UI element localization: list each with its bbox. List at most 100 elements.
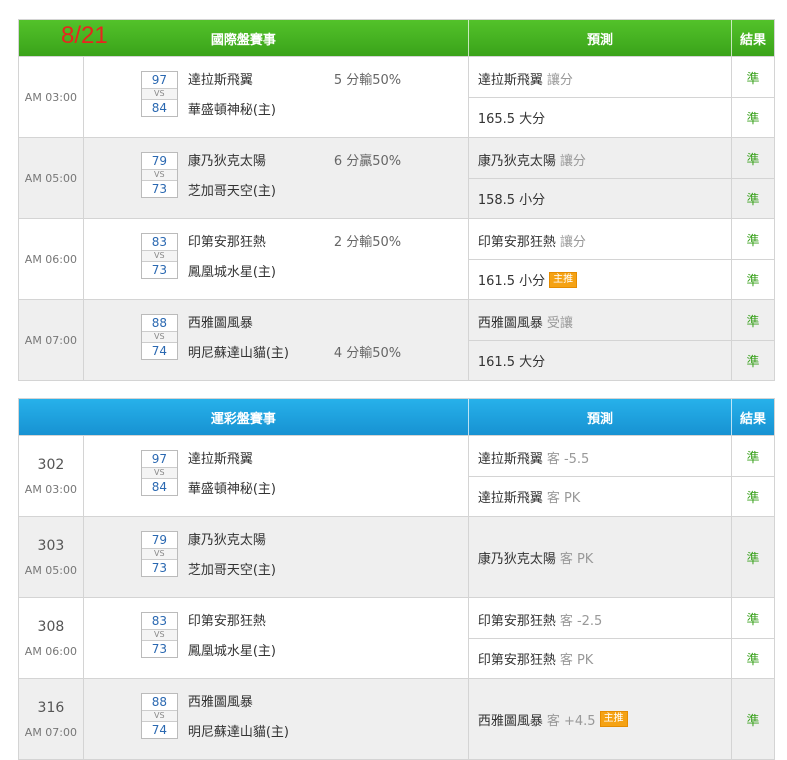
- home-team: 明尼蘇達山貓(主): [187, 346, 289, 361]
- prediction-item: 達拉斯飛翼 讓分: [469, 57, 731, 97]
- header-events: 運彩盤賽事: [210, 411, 276, 427]
- prediction-type: 讓分: [546, 73, 573, 88]
- score-box: 83 VS 73: [140, 612, 178, 658]
- matchup-cell: 79 VS 73 康乃狄克太陽 芝加哥天空(主) 6 分贏50%: [84, 138, 468, 218]
- game-time: AM 07:00: [24, 725, 78, 739]
- away-score: 79: [151, 154, 167, 168]
- prediction-type: 客 +4.5: [546, 713, 596, 729]
- away-score: 79: [151, 533, 167, 547]
- prediction-cell: 康乃狄克太陽 讓分 158.5 小分: [467, 138, 732, 218]
- result-mark: 準: [746, 713, 760, 729]
- home-team: 華盛頓神秘(主): [187, 482, 276, 497]
- result-mark: 準: [746, 314, 760, 330]
- game-time: AM 05:00: [24, 563, 78, 577]
- prediction-item: 158.5 小分: [468, 178, 732, 218]
- prediction-item: 達拉斯飛翼客 PK: [468, 476, 732, 516]
- prediction-item: 印第安那狂熱客 PK: [468, 638, 732, 678]
- home-team: 鳳凰城水星(主): [187, 644, 276, 659]
- game-time: AM 03:00: [24, 482, 78, 496]
- result-cell: 準: [731, 679, 774, 759]
- result-cell: 準準: [731, 57, 774, 137]
- game-time-cell: AM 07:00: [19, 300, 84, 380]
- result-mark: 準: [732, 638, 774, 678]
- home-score: 73: [151, 561, 167, 575]
- score-box: 79 VS 73: [140, 531, 178, 577]
- prediction-cell: 印第安那狂熱 讓分 161.5 小分 主推: [467, 219, 732, 299]
- game-row: AM 03:00 97 VS 84 達拉斯飛翼 華盛頓神秘(主) 5 分輸50% 達拉斯飛翼讓…: [19, 56, 774, 137]
- prediction-item: 印第安那狂熱客 -2.5: [469, 598, 731, 638]
- prediction-pick: 西雅圖風暴: [477, 713, 543, 729]
- score-box: 97 VS 84: [140, 450, 178, 496]
- away-team: 達拉斯飛翼: [187, 452, 253, 467]
- prediction-type: 讓分: [559, 154, 586, 169]
- result-mark: 準: [732, 476, 774, 516]
- game-time-cell: 302 AM 03:00: [19, 436, 84, 516]
- vs-label: VS: [141, 250, 177, 262]
- home-score: 74: [151, 344, 167, 358]
- away-team: 達拉斯飛翼: [187, 73, 253, 88]
- score-box: 79 VS 73: [140, 152, 178, 198]
- prediction-pick: 161.5 大分: [477, 355, 546, 370]
- date-label: 8/21: [61, 22, 108, 49]
- prediction-pick: 161.5 小分: [477, 274, 546, 289]
- game-time: AM 07:00: [24, 333, 78, 347]
- prediction-pick: 康乃狄克太陽: [477, 551, 556, 567]
- away-score: 83: [151, 235, 167, 249]
- prediction-cell: 西雅圖風暴客 +4.5 主推: [467, 679, 731, 759]
- header-result: 結果: [731, 20, 774, 56]
- result-mark: 準: [732, 178, 774, 218]
- header-prediction: 預測: [467, 399, 731, 435]
- header-events: 國際盤賽事: [210, 32, 276, 48]
- score-box: 88 VS 74: [140, 693, 178, 739]
- prediction-type: 客 PK: [559, 653, 594, 668]
- game-row: 308 AM 06:00 83 VS 73 印第安那狂熱 鳳凰城水星(主) 印第安那狂熱客 -…: [19, 597, 774, 678]
- home-score: 73: [151, 182, 167, 196]
- matchup-cell: 97 VS 84 達拉斯飛翼 華盛頓神秘(主) 5 分輸50%: [84, 57, 468, 137]
- away-score: 88: [151, 695, 167, 709]
- prediction-item: 西雅圖風暴客 +4.5 主推: [469, 679, 731, 759]
- result-cell: 準準: [731, 138, 774, 218]
- score-box: 88 VS 74: [140, 314, 178, 360]
- prediction-item: 161.5 小分 主推: [468, 259, 732, 299]
- prediction-type: 客 PK: [546, 491, 581, 506]
- prediction-item: 達拉斯飛翼客 -5.5: [469, 436, 731, 476]
- prediction-type: 客 -5.5: [546, 452, 590, 467]
- result-cell: 準準: [731, 598, 774, 678]
- game-row: 316 AM 07:00 88 VS 74 西雅圖風暴 明尼蘇達山貓(主) 西雅圖風暴客 +4…: [19, 678, 774, 759]
- game-time-cell: 303 AM 05:00: [19, 517, 84, 597]
- prediction-item: 康乃狄克太陽客 PK: [469, 517, 731, 597]
- game-number: 303: [37, 537, 65, 554]
- spread-result: 6 分贏50%: [333, 154, 402, 169]
- vs-label: VS: [141, 331, 177, 343]
- game-time-cell: AM 06:00: [19, 219, 84, 299]
- away-team: 印第安那狂熱: [187, 614, 266, 629]
- prediction-pick: 印第安那狂熱: [477, 614, 556, 629]
- prediction-cell: 達拉斯飛翼 讓分 165.5 大分: [467, 57, 732, 137]
- prediction-pick: 康乃狄克太陽: [477, 154, 556, 169]
- game-number: 316: [37, 699, 65, 716]
- home-team: 華盛頓神秘(主): [187, 103, 276, 118]
- vs-label: VS: [141, 629, 177, 641]
- result-mark: 準: [732, 259, 774, 299]
- score-box: 97 VS 84: [140, 71, 178, 117]
- home-score: 74: [151, 723, 167, 737]
- prediction-pick: 達拉斯飛翼: [477, 491, 543, 506]
- result-mark: 準: [746, 233, 760, 249]
- game-row: AM 05:00 79 VS 73 康乃狄克太陽 芝加哥天空(主) 6 分贏50% 康乃狄克太…: [19, 137, 774, 218]
- prediction-type: 客 -2.5: [559, 614, 603, 629]
- prediction-item: 印第安那狂熱 讓分: [469, 219, 731, 259]
- header-prediction: 預測: [467, 20, 731, 56]
- away-score: 88: [151, 316, 167, 330]
- result-mark: 準: [746, 152, 760, 168]
- prediction-pick: 158.5 小分: [477, 193, 546, 208]
- result-cell: 準準: [731, 436, 774, 516]
- game-time-cell: 316 AM 07:00: [19, 679, 84, 759]
- game-row: AM 06:00 83 VS 73 印第安那狂熱 鳳凰城水星(主) 2 分輸50% 印第安那狂…: [19, 218, 774, 299]
- away-team: 康乃狄克太陽: [187, 533, 266, 548]
- result-mark: 準: [732, 340, 774, 380]
- matchup-cell: 83 VS 73 印第安那狂熱 鳳凰城水星(主): [84, 598, 468, 678]
- away-score: 97: [151, 73, 167, 87]
- away-team: 西雅圖風暴: [187, 316, 253, 331]
- header-result: 結果: [731, 399, 774, 435]
- result-mark: 準: [746, 551, 760, 567]
